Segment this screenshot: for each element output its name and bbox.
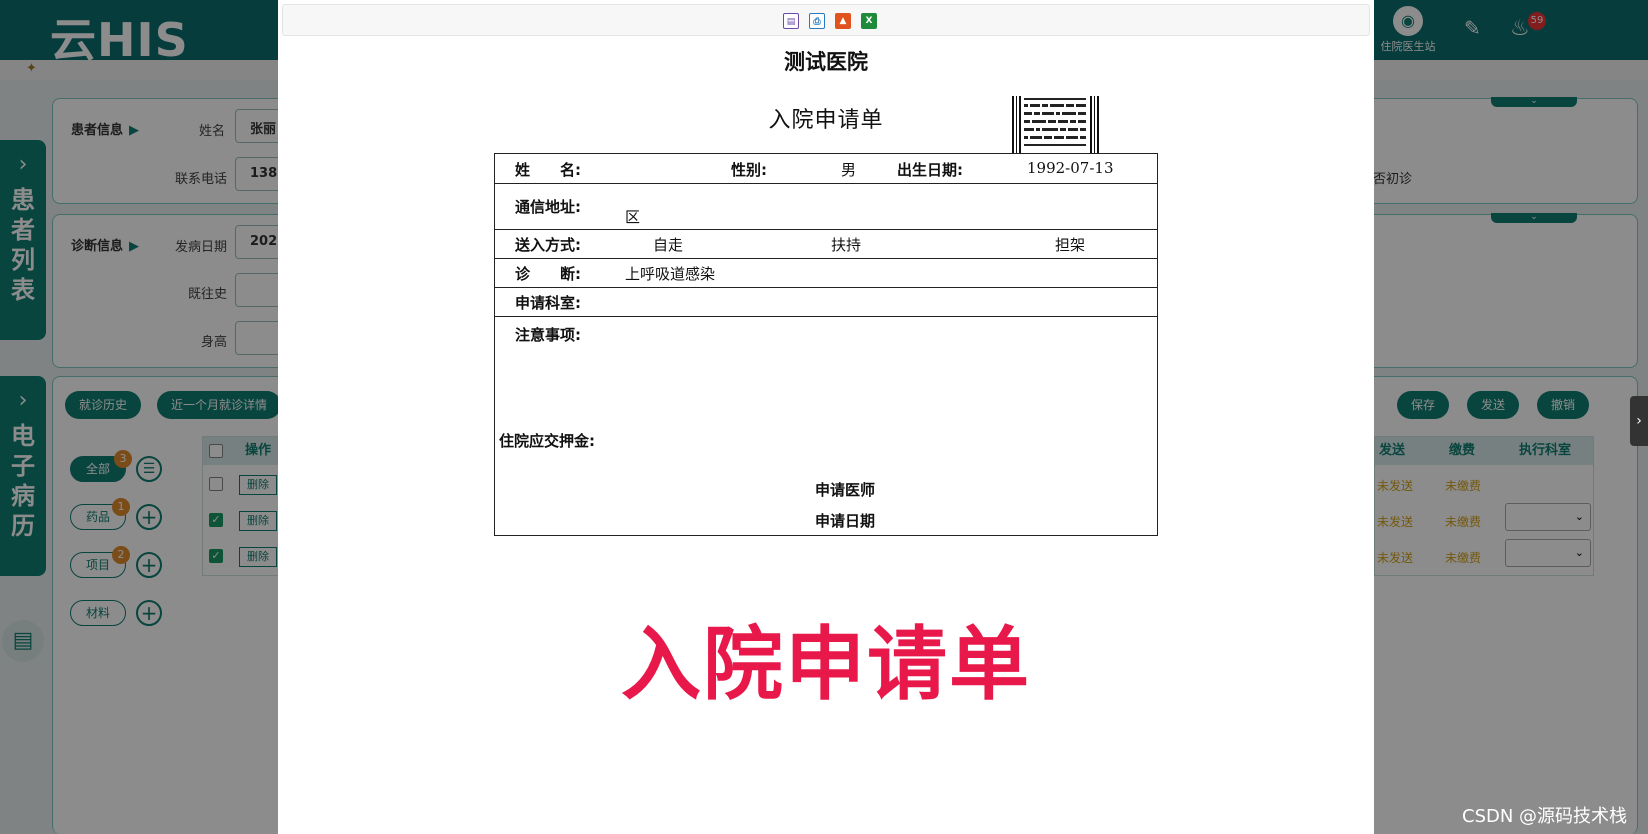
row-diagnosis: 诊 断: 上呼吸道感染 <box>495 259 1157 288</box>
row-dept: 申请科室: <box>495 288 1157 317</box>
row-basic: 姓 名: 性别: 男 出生日期: 1992-07-13 <box>495 154 1157 184</box>
document-title: 入院申请单 <box>768 108 884 133</box>
expand-chevron-icon[interactable]: › <box>1630 396 1648 446</box>
hospital-name: 测试医院 <box>784 50 868 74</box>
excel-icon[interactable]: X <box>861 13 877 29</box>
caption-overlay: 入院申请单 <box>621 618 1031 711</box>
diagnosis-value: 上呼吸道感染 <box>625 265 716 283</box>
print-toolbar: ▤ ⎙ ▲ X <box>282 4 1370 36</box>
admission-modal: ▤ ⎙ ▲ X 测试医院 入院申请单 姓 名: 性别: 男 出生日期: 1992… <box>278 0 1374 834</box>
gender-label: 性别: <box>731 161 767 179</box>
transport-assist: 扶持 <box>831 236 862 254</box>
watermark: CSDN @源码技术栈 <box>1462 806 1628 827</box>
notes-label: 注意事项: <box>515 326 581 344</box>
dob-value: 1992-07-13 <box>1027 159 1114 177</box>
diagnosis-label: 诊 断: <box>515 265 581 283</box>
gender-value: 男 <box>841 161 857 179</box>
row-transport: 送入方式: 自走 扶持 担架 <box>495 230 1157 259</box>
barcode-image <box>1012 96 1100 154</box>
date-label: 申请日期 <box>815 512 876 530</box>
dept-label: 申请科室: <box>515 294 581 312</box>
transport-label: 送入方式: <box>515 236 581 254</box>
row-address: 通信地址: 区 <box>495 184 1157 230</box>
address-value: 区 <box>625 208 641 226</box>
name-label: 姓 名: <box>515 161 581 179</box>
deposit-label: 住院应交押金: <box>499 432 595 450</box>
transport-stretcher: 担架 <box>1055 236 1086 254</box>
doctor-label: 申请医师 <box>815 481 876 499</box>
admission-form: 姓 名: 性别: 男 出生日期: 1992-07-13 通信地址: 区 送入方式… <box>494 153 1158 536</box>
transport-walk: 自走 <box>653 236 684 254</box>
address-label: 通信地址: <box>515 198 581 216</box>
print-icon[interactable]: ⎙ <box>809 13 825 29</box>
pdf-icon[interactable]: ▲ <box>835 13 851 29</box>
dob-label: 出生日期: <box>897 161 963 179</box>
page-setup-icon[interactable]: ▤ <box>783 13 799 29</box>
